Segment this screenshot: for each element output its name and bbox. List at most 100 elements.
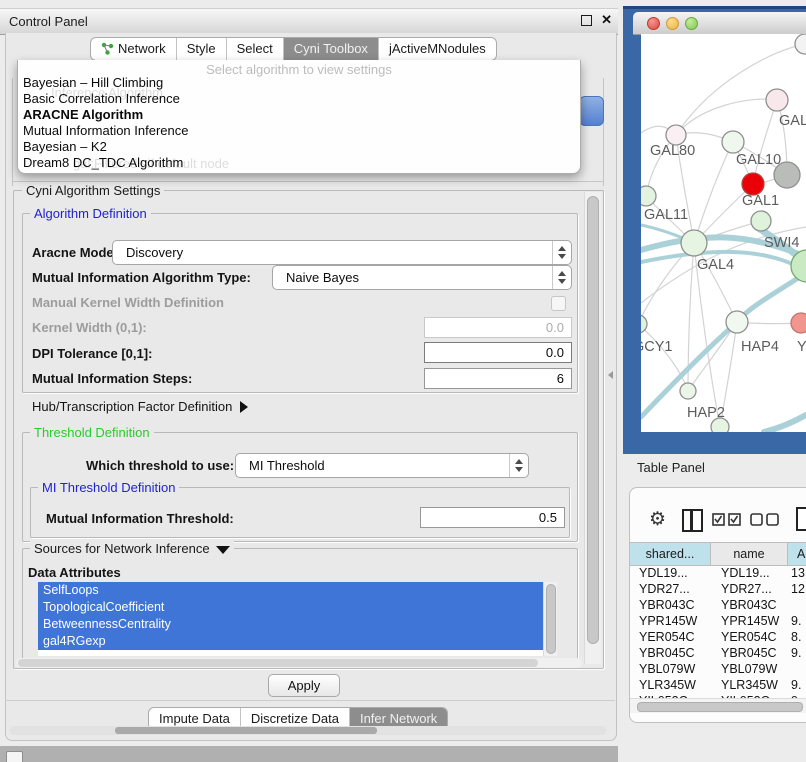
tab-style[interactable]: Style (176, 38, 226, 60)
node-label: GCY1 (641, 339, 673, 355)
tab-jactivemnodules[interactable]: jActiveMNodules (378, 38, 496, 60)
dpi-tolerance-input[interactable]: 0.0 (424, 342, 572, 363)
mi-type-value: Naive Bayes (286, 266, 359, 289)
close-icon[interactable]: ✕ (601, 12, 612, 28)
table-row[interactable]: YBL079WYBL079W (630, 662, 806, 678)
mi-steps-label: Mutual Information Steps: (32, 371, 192, 386)
mi-type-label: Mutual Information Algorithm Type: (32, 270, 251, 285)
network-window-titlebar[interactable] (633, 12, 806, 35)
panel-hscrollbar[interactable] (10, 726, 606, 735)
settings-vscrollbar[interactable] (584, 192, 601, 664)
aracne-mode-value: Discovery (126, 241, 183, 264)
zoom-traffic-icon[interactable] (685, 17, 698, 30)
node-label: GAL (779, 113, 806, 129)
gear-icon[interactable]: ⚙ (649, 508, 666, 531)
list-item[interactable]: SelfLoops (38, 582, 556, 599)
node-label: SWI4 (764, 235, 799, 251)
table-row[interactable]: YDR27...YDR27...12 (630, 582, 806, 598)
footer-divider (6, 700, 615, 701)
mi-threshold-title: MI Threshold Definition (38, 480, 179, 495)
sources-title: Sources for Network Inference (34, 541, 210, 556)
manual-kernel-checkbox[interactable] (551, 296, 566, 311)
float-window-icon[interactable] (581, 15, 592, 26)
table-row[interactable]: YBR045CYBR045C9. (630, 646, 806, 662)
list-vscrollbar[interactable] (543, 582, 557, 656)
tab-cyni-toolbox[interactable]: Cyni Toolbox (283, 38, 378, 60)
kernel-width-input[interactable]: 0.0 (424, 317, 572, 338)
aracne-mode-label: Aracne Mode: (32, 245, 118, 260)
algorithm-definition-title: Algorithm Definition (30, 206, 151, 221)
hub-expander[interactable]: Hub/Transcription Factor Definition (32, 399, 248, 414)
expander-right-icon[interactable] (240, 401, 248, 413)
which-threshold-select[interactable]: MI Threshold (235, 453, 529, 478)
menu-item-bayesian-hill-climbing[interactable]: Bayesian – Hill Climbing (23, 75, 163, 90)
network-graph: GAL GAL80 GAL10 GAL1 GAL11 SWI4 GAL4 GCY… (641, 34, 806, 432)
node-label: GAL11 (644, 207, 688, 223)
collapsed-panel-icon[interactable] (6, 751, 23, 762)
table-row[interactable]: YLR345WYLR345W9. (630, 678, 806, 694)
dpi-tolerance-label: DPI Tolerance [0,1]: (32, 346, 152, 361)
minimize-traffic-icon[interactable] (666, 17, 679, 30)
panel-hscrollbar-thumb[interactable] (115, 727, 377, 734)
network-canvas[interactable]: GAL GAL80 GAL10 GAL1 GAL11 SWI4 GAL4 GCY… (641, 34, 806, 432)
bottom-bar (0, 746, 618, 762)
network-graph-icon (101, 40, 114, 61)
deselect-all-icon[interactable] (750, 513, 782, 526)
panel-title: Control Panel (9, 14, 88, 29)
menu-item-basic-correlation[interactable]: Basic Correlation Inference (23, 91, 180, 106)
page-icon[interactable] (795, 506, 806, 532)
apply-button[interactable]: Apply (268, 674, 340, 697)
table-row[interactable]: YPR145WYPR145W9. (630, 614, 806, 630)
split-columns-icon[interactable] (682, 509, 703, 532)
list-item[interactable]: TopologicalCoefficient (38, 599, 556, 616)
splitter-grip-icon[interactable] (608, 371, 613, 379)
combo-stepper-fragment[interactable] (579, 96, 604, 126)
column-header-3[interactable]: A (788, 543, 806, 565)
control-panel-titlebar: Control Panel ✕ (0, 8, 618, 35)
mi-threshold-label: Mutual Information Threshold: (46, 511, 234, 526)
table-panel-card: ⚙ shared... name A YDL19...YDL19...13 YD… (629, 487, 806, 723)
select-all-icon[interactable] (712, 513, 744, 526)
mi-steps-input[interactable]: 6 (424, 368, 572, 389)
menu-item-aracne[interactable]: ARACNE Algorithm (23, 107, 143, 122)
expander-down-icon[interactable] (216, 546, 230, 554)
cyni-settings-title: Cyni Algorithm Settings (22, 183, 164, 198)
column-header-shared[interactable]: shared... (630, 543, 711, 565)
node-label: GAL80 (650, 143, 695, 159)
table-hscrollbar-thumb[interactable] (637, 702, 803, 712)
mi-threshold-input[interactable]: 0.5 (420, 507, 565, 528)
node-label: HAP2 (687, 405, 725, 421)
list-item[interactable]: gal4RGexp (38, 633, 556, 650)
mi-type-select[interactable]: Naive Bayes (272, 265, 572, 290)
which-threshold-value: MI Threshold (249, 454, 325, 477)
which-threshold-label: Which threshold to use: (86, 458, 234, 473)
list-item[interactable]: BetweennessCentrality (38, 616, 556, 633)
node-label: GAL4 (697, 257, 734, 273)
tab-select[interactable]: Select (226, 38, 283, 60)
node-label: GAL1 (742, 193, 779, 209)
settings-vscrollbar-thumb[interactable] (587, 196, 599, 644)
column-header-name[interactable]: name (711, 543, 788, 565)
table-row[interactable]: YBR043CYBR043C (630, 598, 806, 614)
aracne-mode-select[interactable]: Discovery (112, 240, 572, 265)
table-row[interactable]: YER054CYER054C8. (630, 630, 806, 646)
stepper-icon (552, 266, 571, 289)
settings-hscrollbar[interactable] (16, 658, 582, 668)
tab-network[interactable]: Network (91, 38, 176, 60)
list-vscrollbar-thumb[interactable] (546, 584, 556, 654)
close-traffic-icon[interactable] (647, 17, 660, 30)
menu-item-bayesian-k2[interactable]: Bayesian – K2 (23, 139, 107, 154)
kernel-width-label: Kernel Width (0,1): (32, 320, 147, 335)
sources-expander[interactable]: Sources for Network Inference (30, 541, 234, 556)
manual-kernel-label: Manual Kernel Width Definition (32, 295, 224, 310)
table-hscrollbar[interactable] (630, 698, 806, 713)
node-label: Y (797, 339, 806, 355)
settings-hscrollbar-thumb[interactable] (18, 659, 538, 667)
network-view-window: GAL GAL80 GAL10 GAL1 GAL11 SWI4 GAL4 GCY… (623, 6, 806, 454)
menu-item-dream8[interactable]: Dream8 DC_TDC Algorithm (23, 155, 183, 170)
data-attributes-list[interactable]: SelfLoops TopologicalCoefficient Between… (38, 582, 556, 656)
threshold-title: Threshold Definition (30, 425, 154, 440)
menu-item-mutual-information[interactable]: Mutual Information Inference (23, 123, 188, 138)
algorithm-dropdown-popup: Select algorithm to view settings Infere… (17, 60, 581, 174)
table-row[interactable]: YDL19...YDL19...13 (630, 566, 806, 582)
